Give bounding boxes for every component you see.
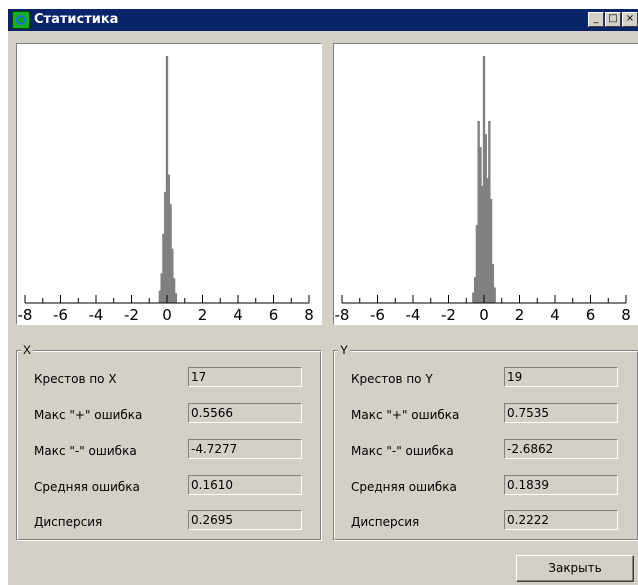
histogram-svg-x: -8 -6 -4 -2 0 2 4 6 8 [18,56,314,324]
tick-label: -4 [89,306,104,324]
max-minus-error-x-field[interactable]: -4.7277 [188,439,302,459]
max-minus-error-y-field[interactable]: -2.6862 [504,439,618,459]
mean-error-x-label: Средняя ошибка [34,480,140,494]
max-plus-error-y-label: Макс "+" ошибка [351,408,460,422]
tick-label: -8 [18,306,33,324]
tick-label: 2 [198,306,208,324]
close-button[interactable]: Закрыть [516,555,634,582]
histogram-bar [174,293,178,303]
tick-label: 8 [621,306,631,324]
tick-label: 0 [162,306,172,324]
histogram-y: -8 -6 -4 -2 0 2 4 6 8 [333,43,638,325]
tick-label: 8 [304,306,314,324]
histogram-x: -8 -6 -4 -2 0 2 4 6 8 [16,43,322,325]
tick-label: 0 [479,306,489,324]
title-bar[interactable]: Статистика _ □ × [8,9,638,31]
group-x-title: X [21,343,34,357]
tick-label: -8 [335,306,350,324]
tick-label: -4 [406,306,421,324]
maximize-button[interactable]: □ [605,12,621,27]
max-minus-error-x-label: Макс "-" ошибка [34,444,137,458]
max-plus-error-x-label: Макс "+" ошибка [34,408,143,422]
tick-label: -2 [124,306,139,324]
app-icon [12,11,30,29]
minimize-button[interactable]: _ [588,12,604,27]
crosses-x-label: Крестов по X [34,372,117,386]
mean-error-x-field[interactable]: 0.1610 [188,475,302,495]
variance-y-label: Дисперсия [351,515,420,529]
statistics-window: Статистика _ □ × -8 -6 -4 -2 0 2 4 6 8 -8 -6 -4 -2 0… [8,9,638,585]
variance-x-field[interactable]: 0.2695 [188,510,302,530]
tick-label: 6 [269,306,279,324]
tick-label: 2 [515,306,525,324]
window-title: Статистика [34,12,119,27]
tick-label: 4 [550,306,560,324]
mean-error-y-label: Средняя ошибка [351,480,457,494]
tick-label: -2 [441,306,456,324]
variance-y-field[interactable]: 0.2222 [504,510,618,530]
group-x: X Крестов по X 17 Макс "+" ошибка 0.5566… [16,343,322,541]
tick-label: -6 [53,306,68,324]
histogram-svg-y: -8 -6 -4 -2 0 2 4 6 8 [335,56,631,324]
crosses-x-field[interactable]: 17 [188,367,302,387]
group-y: Y Крестов по Y 19 Макс "+" ошибка 0.7535… [333,343,638,541]
crosses-y-label: Крестов по Y [351,372,433,386]
max-minus-error-y-label: Макс "-" ошибка [351,444,454,458]
variance-x-label: Дисперсия [34,515,103,529]
group-y-title: Y [338,343,351,357]
tick-label: 4 [233,306,243,324]
max-plus-error-y-field[interactable]: 0.7535 [504,403,618,423]
max-plus-error-x-field[interactable]: 0.5566 [188,403,302,423]
tick-label: -6 [370,306,385,324]
mean-error-y-field[interactable]: 0.1839 [504,475,618,495]
histogram-bar [493,287,496,303]
close-window-button[interactable]: × [622,12,638,27]
tick-label: 6 [586,306,596,324]
crosses-y-field[interactable]: 19 [504,367,618,387]
